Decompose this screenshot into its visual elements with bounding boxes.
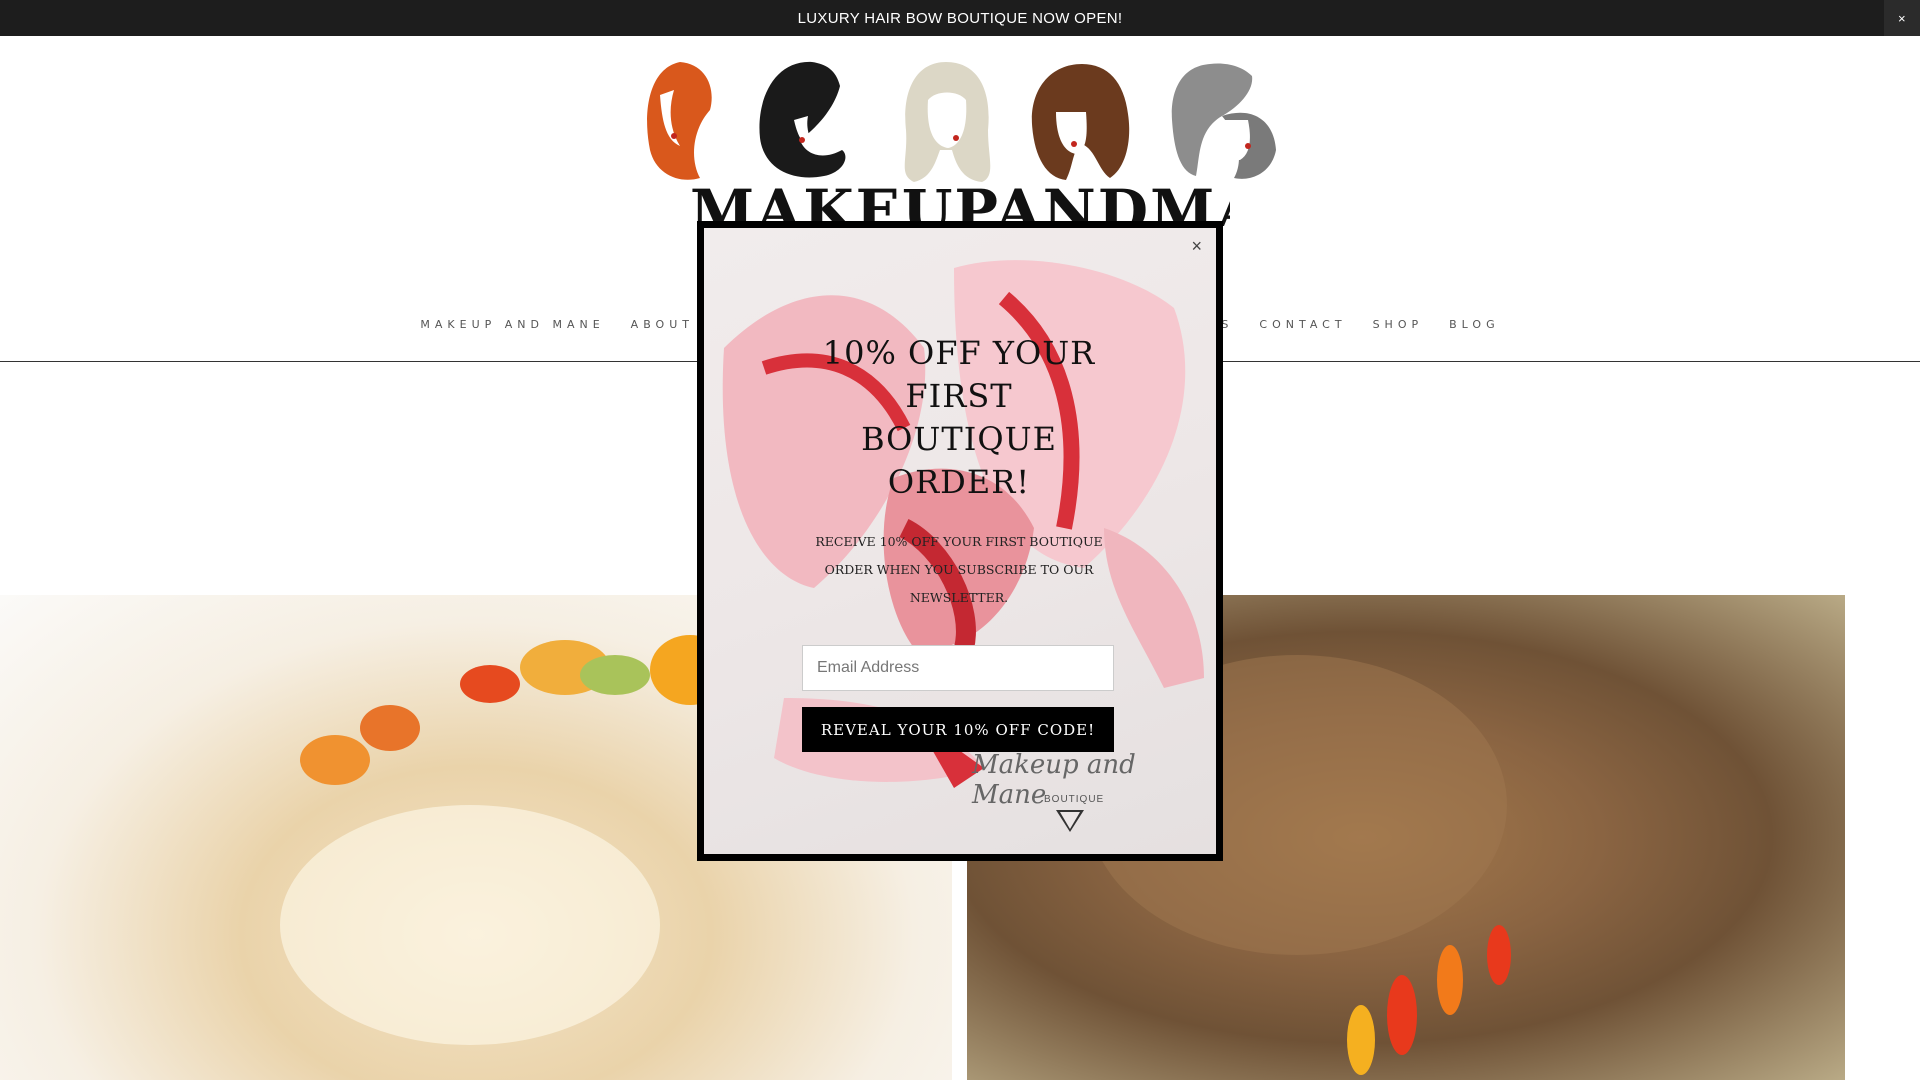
- popup-content: × 10% OFF YOUR FIRST BOUTIQUE ORDER! REC…: [704, 228, 1216, 854]
- nav-item-about[interactable]: ABOUT: [631, 318, 694, 342]
- curly-brown-hair-head-icon: [1031, 64, 1130, 180]
- nav-item-contact[interactable]: CONTACT: [1259, 318, 1346, 342]
- nav-item-makeup-and-mane[interactable]: MAKEUP AND MANE: [420, 318, 604, 342]
- announcement-text: LUXURY HAIR BOW BOUTIQUE NOW OPEN!: [797, 9, 1123, 27]
- boutique-signature-sub: BOUTIQUE: [1044, 794, 1105, 805]
- grey-hair-head-icon: [1171, 63, 1276, 179]
- triangle-icon: [1056, 810, 1084, 832]
- black-hair-head-icon: [759, 61, 846, 178]
- blonde-hair-head-icon: [904, 62, 991, 182]
- popup-close-button[interactable]: ×: [1191, 236, 1202, 257]
- nav-item-shop[interactable]: SHOP: [1373, 318, 1424, 342]
- newsletter-popup: × 10% OFF YOUR FIRST BOUTIQUE ORDER! REC…: [697, 221, 1223, 861]
- popup-title: 10% OFF YOUR FIRST BOUTIQUE ORDER!: [822, 334, 1096, 501]
- red-hair-head-icon: [647, 62, 712, 180]
- reveal-code-button[interactable]: REVEAL YOUR 10% OFF CODE!: [802, 707, 1114, 752]
- announcement-close-button[interactable]: ×: [1884, 0, 1920, 36]
- announcement-bar: LUXURY HAIR BOW BOUTIQUE NOW OPEN! ×: [0, 0, 1920, 36]
- popup-description: RECEIVE 10% OFF YOUR FIRST BOUTIQUE ORDE…: [815, 534, 1103, 605]
- email-field[interactable]: [802, 645, 1114, 691]
- nav-item-blog[interactable]: BLOG: [1449, 318, 1499, 342]
- logo-wordmark: MAKEUPANDMANE: [690, 182, 1230, 226]
